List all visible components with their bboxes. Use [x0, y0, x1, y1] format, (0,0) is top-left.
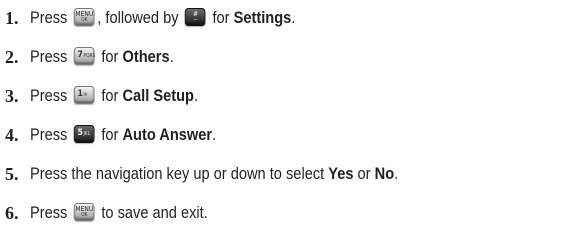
for-word: for	[101, 47, 119, 66]
menu-ok-key-icon: MENU OK	[74, 202, 95, 221]
instruction-text: to save and exit.	[101, 203, 208, 222]
press-word: Press	[30, 86, 68, 105]
step-number: 6.	[5, 202, 19, 223]
option-no: No	[374, 164, 395, 183]
key-label-top: 5	[77, 127, 83, 138]
for-word: for	[212, 8, 230, 27]
step-text: Press 7 PQRS for Others.	[30, 46, 174, 67]
period: .	[212, 125, 217, 144]
step-6: 6. Press MENU OK to save and exit.	[0, 198, 237, 228]
press-word: Press	[30, 8, 68, 27]
step-text: Press 5 JKL for Auto Answer.	[30, 124, 217, 145]
step-text: Press the navigation key up or down to s…	[30, 164, 398, 184]
period: .	[291, 8, 296, 27]
key-label-bottom: OK	[81, 16, 88, 23]
key-label-bottom: —	[193, 16, 198, 23]
step-text: Press MENU OK to save and exit.	[30, 202, 208, 223]
option-yes: Yes	[328, 164, 354, 183]
step-number: 4.	[5, 124, 19, 145]
step-number: 5.	[5, 163, 19, 184]
press-word: Press	[30, 125, 68, 144]
key-label-bottom: OK	[81, 211, 88, 218]
key-1-voicemail-icon: 1 ✉	[74, 85, 95, 104]
menu-target-call-setup: Call Setup	[122, 86, 194, 105]
period: .	[394, 164, 399, 183]
key-label-bottom: JKL	[83, 130, 90, 137]
key-label-bottom: PQRS	[83, 52, 96, 59]
step-1: 1. Press MENU OK , followed by # — for S…	[0, 3, 339, 33]
menu-target-others: Others	[122, 47, 170, 66]
step-2: 2. Press 7 PQRS for Others.	[0, 42, 197, 72]
key-label-top: 1	[77, 88, 83, 99]
period: .	[193, 86, 199, 105]
key-5-jkl-icon: 5 JKL	[74, 124, 95, 143]
step-4: 4. Press 5 JKL for Auto Answer.	[0, 120, 246, 150]
key-7-pqrs-icon: 7 PQRS	[74, 46, 96, 65]
step-3: 3. Press 1 ✉ for Call Setup.	[0, 81, 225, 111]
step-number: 1.	[5, 7, 19, 28]
for-word: for	[101, 86, 119, 105]
step-number: 2.	[5, 46, 19, 67]
step-5: 5. Press the navigation key up or down t…	[0, 159, 458, 189]
step-text: Press 1 ✉ for Call Setup.	[30, 85, 199, 106]
key-label-bottom: ✉	[83, 91, 88, 98]
for-word: for	[101, 125, 119, 144]
pound-key-icon: # —	[185, 7, 206, 26]
step-text: Press MENU OK , followed by # — for Sett…	[30, 7, 296, 28]
period: .	[169, 47, 174, 66]
press-word: Press	[30, 203, 68, 222]
instruction-text: Press the navigation key up or down to s…	[30, 164, 325, 183]
menu-target-auto-answer: Auto Answer	[122, 125, 213, 144]
or-word: or	[357, 164, 371, 183]
key-label-top: 7	[77, 49, 83, 60]
step-number: 3.	[5, 85, 19, 106]
menu-target-settings: Settings	[233, 8, 292, 27]
press-word: Press	[30, 47, 68, 66]
menu-ok-key-icon: MENU OK	[74, 7, 95, 26]
followed-by-text: , followed by	[97, 8, 179, 27]
